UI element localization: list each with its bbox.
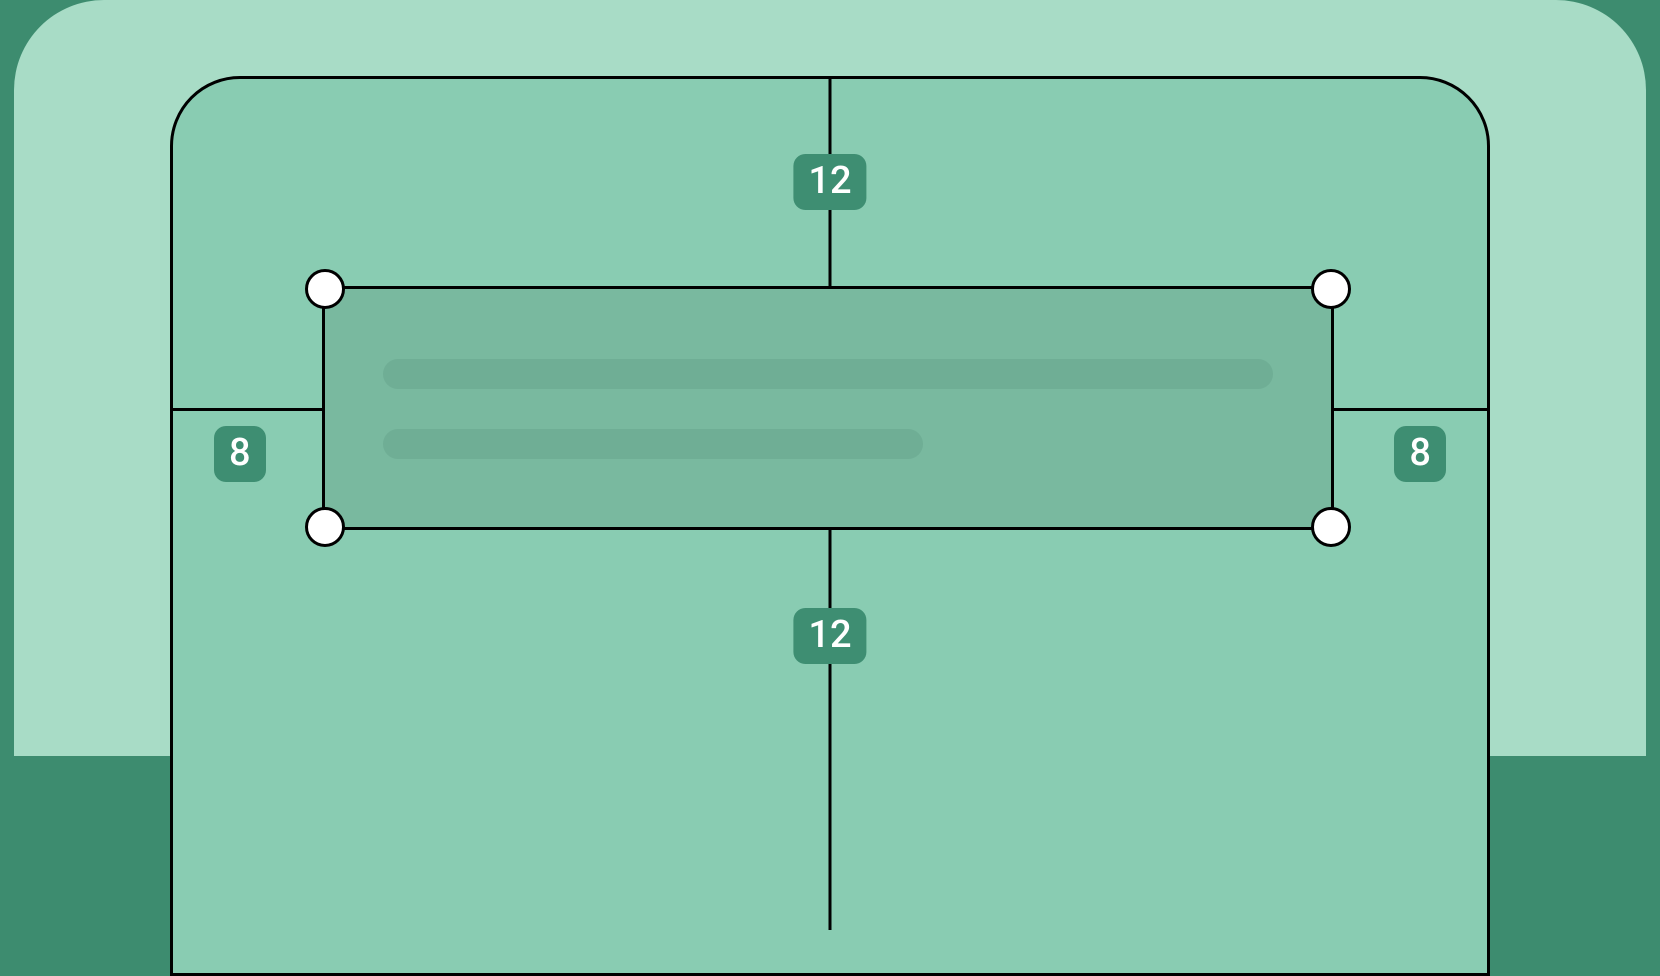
guide-line-vertical-bottom — [829, 530, 832, 930]
padding-badge-bottom: 12 — [793, 608, 866, 664]
resize-handle-top-left[interactable] — [305, 269, 345, 309]
resize-handle-bottom-left[interactable] — [305, 507, 345, 547]
guide-line-horizontal-right — [1334, 408, 1488, 411]
padding-badge-top: 12 — [793, 154, 866, 210]
padding-badge-right: 8 — [1394, 426, 1446, 482]
padding-badge-left: 8 — [214, 426, 266, 482]
selected-element[interactable] — [322, 286, 1334, 530]
guide-line-horizontal-left — [172, 408, 322, 411]
content-placeholder-line — [383, 429, 923, 459]
resize-handle-top-right[interactable] — [1311, 269, 1351, 309]
content-placeholder-line — [383, 359, 1273, 389]
resize-handle-bottom-right[interactable] — [1311, 507, 1351, 547]
